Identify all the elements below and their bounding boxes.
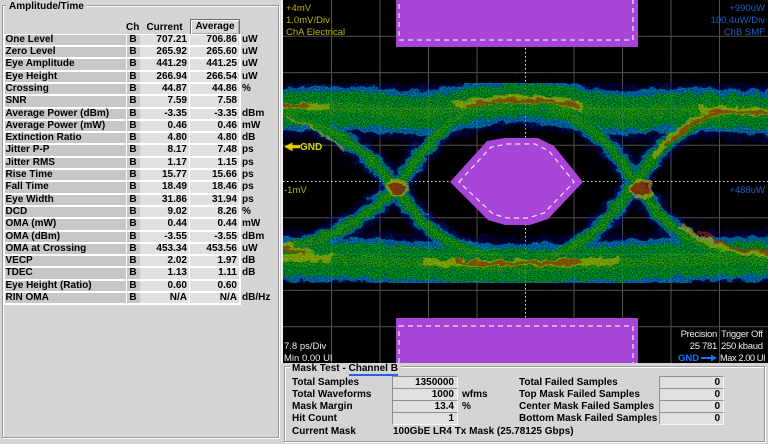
- svg-text:250 kbaud: 250 kbaud: [721, 341, 763, 352]
- svg-text:ChB SMF: ChB SMF: [724, 27, 765, 38]
- svg-text:Min 0.00 UI: Min 0.00 UI: [284, 353, 333, 363]
- svg-text:+4mV: +4mV: [286, 3, 312, 14]
- svg-text:Precision: Precision: [681, 329, 717, 340]
- svg-text:100.4uW/Div: 100.4uW/Div: [711, 15, 766, 26]
- svg-text:GND: GND: [678, 353, 699, 363]
- svg-text:25 781: 25 781: [690, 341, 717, 352]
- svg-text:7.8 ps/Div: 7.8 ps/Div: [284, 341, 326, 352]
- svg-text:Max 2.00 UI: Max 2.00 UI: [720, 353, 765, 363]
- svg-text:ChA Electrical: ChA Electrical: [286, 27, 345, 38]
- svg-text:1.0mV/Div: 1.0mV/Div: [286, 15, 330, 26]
- svg-text:GND: GND: [300, 142, 322, 153]
- svg-text:+488uW: +488uW: [729, 185, 765, 196]
- svg-text:Trigger Off: Trigger Off: [721, 329, 763, 340]
- svg-text:+990uW: +990uW: [729, 3, 765, 14]
- svg-text:-1mV: -1mV: [284, 185, 307, 196]
